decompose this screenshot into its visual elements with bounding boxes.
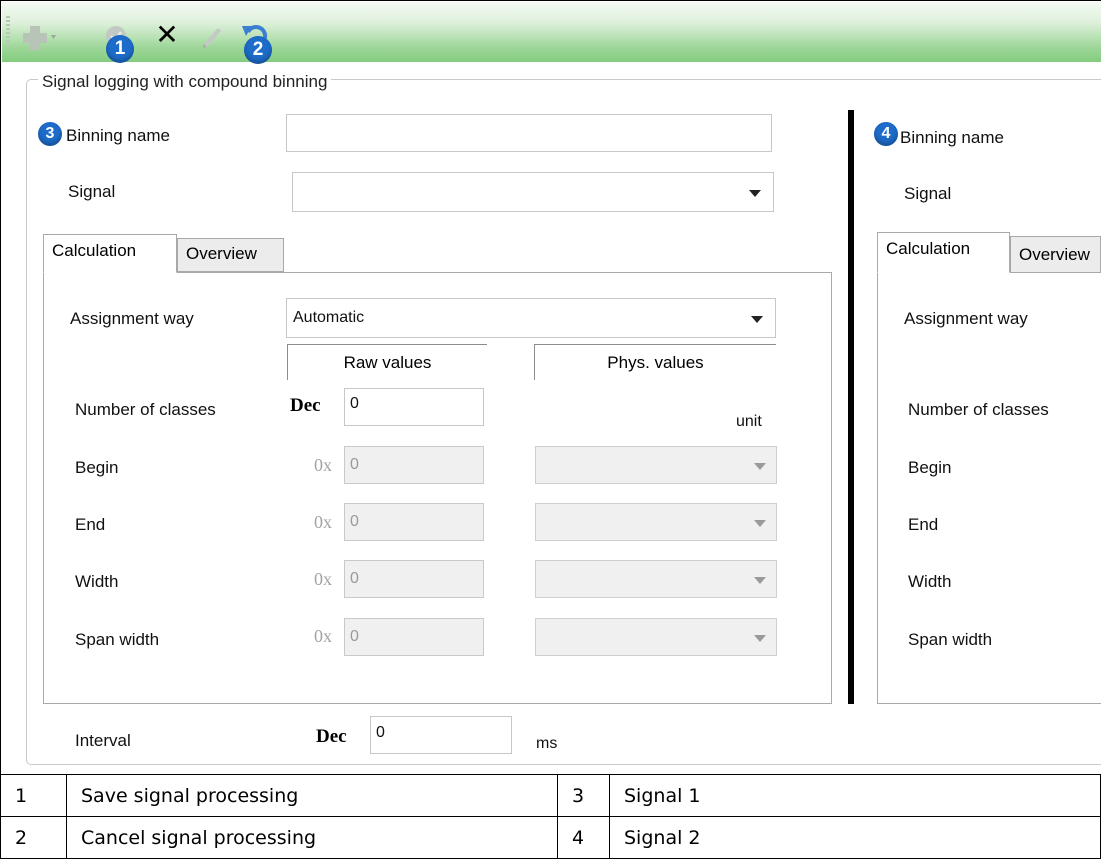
unit-label: unit: [736, 413, 762, 430]
callout-marker-3: 3: [38, 122, 62, 146]
span-width-label-right: Span width: [908, 630, 993, 649]
interval-input[interactable]: 0: [370, 716, 512, 754]
callout-marker-4: 4: [874, 122, 898, 146]
end-raw-input[interactable]: 0: [344, 503, 484, 541]
width-phys-combobox[interactable]: [535, 560, 777, 598]
legend-number: 1: [0, 774, 67, 817]
interval-unit-label: ms: [536, 735, 558, 752]
assignment-way-label-right: Assignment way: [904, 309, 1028, 328]
signal-combobox[interactable]: [292, 172, 774, 212]
hex-prefix: 0x: [314, 512, 332, 532]
signal-label-right: Signal: [904, 184, 952, 203]
width-label-right: Width: [908, 572, 952, 591]
number-of-classes-label-right: Number of classes: [908, 400, 1049, 419]
add-icon[interactable]: [20, 24, 60, 52]
legend-text: Save signal processing: [66, 774, 558, 817]
chevron-down-icon: [749, 190, 761, 197]
chevron-down-icon: [754, 577, 766, 584]
dec-prefix: Dec: [290, 395, 321, 416]
tab-overview-right[interactable]: Overview: [1010, 236, 1101, 273]
end-label: End: [75, 515, 106, 534]
end-phys-combobox[interactable]: [535, 503, 777, 541]
hex-prefix: 0x: [314, 569, 332, 589]
assignment-way-label: Assignment way: [70, 309, 194, 328]
dec-prefix: Dec: [316, 726, 347, 747]
begin-raw-input[interactable]: 0: [344, 446, 484, 484]
assignment-way-combobox[interactable]: Automatic: [286, 298, 776, 338]
raw-values-header: Raw values: [287, 344, 487, 380]
tab-calculation[interactable]: Calculation: [43, 234, 177, 273]
span-width-phys-combobox[interactable]: [535, 618, 777, 656]
signal-label: Signal: [68, 182, 116, 201]
chevron-down-icon: [754, 463, 766, 470]
edit-icon[interactable]: [198, 22, 226, 50]
binning-name-label-right: Binning name: [900, 128, 1004, 147]
chevron-down-icon: [754, 520, 766, 527]
span-width-label: Span width: [75, 630, 160, 649]
chevron-down-icon: [754, 635, 766, 642]
number-of-classes-input[interactable]: 0: [344, 388, 484, 426]
end-label-right: End: [908, 515, 939, 534]
toolbar: ✕: [2, 2, 1101, 62]
panel-divider: [848, 110, 854, 704]
callout-marker-2: 2: [244, 36, 272, 64]
phys-values-header: Phys. values: [534, 344, 776, 380]
hex-prefix: 0x: [314, 455, 332, 475]
begin-phys-combobox[interactable]: [535, 446, 777, 484]
delete-icon[interactable]: ✕: [152, 20, 182, 50]
legend-text: Signal 2: [609, 816, 1101, 859]
toolbar-grip: [6, 16, 10, 48]
span-width-raw-input[interactable]: 0: [344, 618, 484, 656]
interval-label: Interval: [75, 731, 131, 750]
begin-label: Begin: [75, 458, 119, 477]
tab-overview[interactable]: Overview: [177, 238, 284, 272]
legend-number: 3: [557, 774, 610, 817]
number-of-classes-label: Number of classes: [75, 400, 216, 419]
legend-number: 4: [557, 816, 610, 859]
binning-name-label: Binning name: [66, 126, 170, 145]
hex-prefix: 0x: [314, 626, 332, 646]
legend-number: 2: [0, 816, 67, 859]
legend-row: 2 Cancel signal processing 4 Signal 2: [0, 816, 1101, 859]
legend-text: Cancel signal processing: [66, 816, 558, 859]
group-title: Signal logging with compound binning: [38, 72, 332, 92]
chevron-down-icon: [751, 316, 763, 323]
width-raw-input[interactable]: 0: [344, 560, 484, 598]
legend-table: 1 Save signal processing 3 Signal 1 2 Ca…: [0, 774, 1101, 859]
begin-label-right: Begin: [908, 458, 952, 477]
tab-calculation-right[interactable]: Calculation: [877, 232, 1010, 273]
binning-name-input[interactable]: [286, 114, 772, 152]
legend-row: 1 Save signal processing 3 Signal 1: [0, 774, 1101, 817]
legend-text: Signal 1: [609, 774, 1101, 817]
callout-marker-1: 1: [106, 35, 134, 63]
width-label: Width: [75, 572, 119, 591]
